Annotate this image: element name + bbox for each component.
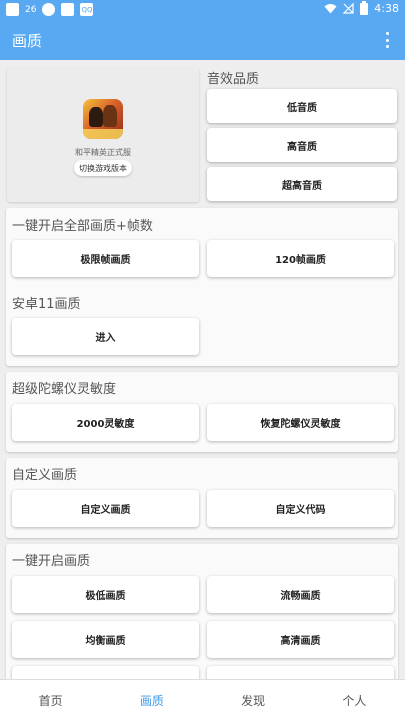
partial-button[interactable]	[12, 666, 199, 679]
game-icon	[83, 99, 123, 139]
fps-120-button[interactable]: 120帧画质	[207, 240, 394, 277]
more-menu-icon[interactable]	[379, 30, 395, 50]
system-icons: 4:38	[324, 0, 399, 15]
clock: 4:38	[374, 2, 399, 15]
balanced-quality-button[interactable]: 均衡画质	[12, 621, 199, 658]
game-name: 和平精英正式服	[75, 148, 131, 157]
square-icon	[61, 3, 75, 16]
square-icon	[6, 3, 19, 16]
one-key-all-title: 一键开启全部画质+帧数	[12, 219, 153, 234]
signal-off-icon	[343, 3, 354, 14]
notification-icons: 26 QQ	[6, 3, 94, 16]
partial-button[interactable]	[207, 666, 394, 679]
gyro-title: 超级陀螺仪灵敏度	[12, 382, 117, 397]
main-content[interactable]: 和平精英正式服 切换游戏版本 音效品质 低音质 高音质 超高音质 一键开启全部画…	[0, 60, 405, 679]
wifi-icon	[324, 4, 337, 14]
page-title: 画质	[12, 32, 43, 50]
sim-icon: 26	[25, 4, 37, 15]
game-card: 和平精英正式服 切换游戏版本	[7, 67, 199, 202]
very-low-quality-button[interactable]: 极低画质	[12, 576, 199, 613]
one-key-title: 一键开启画质	[12, 554, 91, 569]
audio-quality-title: 音效品质	[207, 72, 260, 87]
gyro-2000-button[interactable]: 2000灵敏度	[12, 404, 199, 441]
circle-icon	[42, 3, 56, 16]
nav-home[interactable]: 首页	[0, 680, 101, 720]
smooth-quality-button[interactable]: 流畅画质	[207, 576, 394, 613]
reset-gyro-button[interactable]: 恢复陀螺仪灵敏度	[207, 404, 394, 441]
ultra-audio-button[interactable]: 超高音质	[207, 167, 397, 201]
switch-version-button[interactable]: 切换游戏版本	[74, 160, 132, 176]
low-audio-button[interactable]: 低音质	[207, 89, 397, 123]
hd-quality-button[interactable]: 高清画质	[207, 621, 394, 658]
bottom-nav: 首页 画质 发现 个人	[0, 679, 405, 720]
enter-button[interactable]: 进入	[12, 318, 199, 355]
high-audio-button[interactable]: 高音质	[207, 128, 397, 162]
nav-profile[interactable]: 个人	[304, 680, 405, 720]
custom-title: 自定义画质	[12, 468, 78, 483]
android11-title: 安卓11画质	[12, 297, 81, 312]
image-icon: QQ	[80, 3, 94, 16]
extreme-fps-button[interactable]: 极限帧画质	[12, 240, 199, 277]
status-bar: 26 QQ 4:38	[0, 0, 405, 20]
nav-discover[interactable]: 发现	[203, 680, 304, 720]
custom-quality-button[interactable]: 自定义画质	[12, 490, 199, 527]
battery-icon	[360, 0, 369, 15]
nav-quality[interactable]: 画质	[101, 680, 202, 720]
custom-code-button[interactable]: 自定义代码	[207, 490, 394, 527]
app-bar: 画质	[0, 20, 405, 60]
